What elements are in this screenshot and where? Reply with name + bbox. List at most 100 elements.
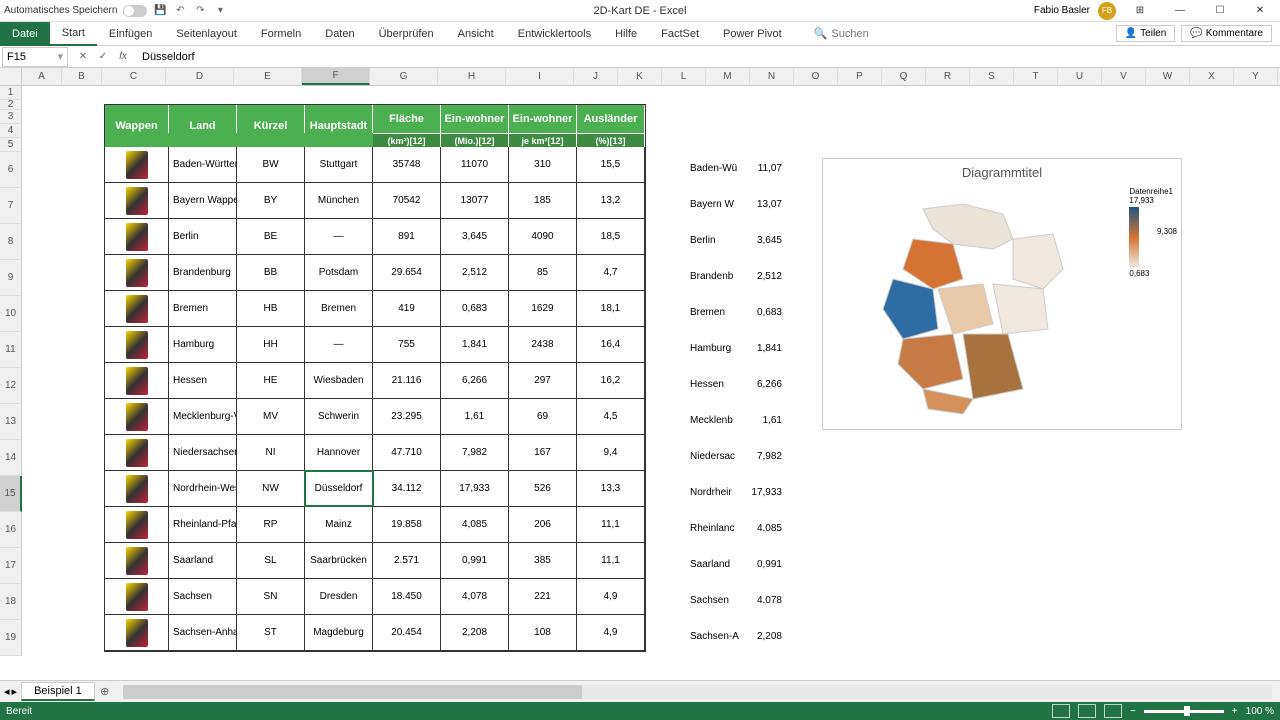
cell-einwohner-km[interactable]: 221 xyxy=(509,579,577,614)
save-icon[interactable]: 💾 xyxy=(153,4,167,18)
select-all-corner[interactable] xyxy=(0,68,22,85)
cell-auslaender[interactable]: 16,4 xyxy=(577,327,645,362)
cell-einwohner[interactable]: 0,683 xyxy=(441,291,509,326)
cell-land[interactable]: Hamburg xyxy=(169,327,237,362)
sheet-nav-first-icon[interactable]: ◂ xyxy=(4,685,10,698)
cell-flaeche[interactable]: 34.112 xyxy=(373,471,441,506)
cell-wappen[interactable] xyxy=(105,579,169,614)
tab-factset[interactable]: FactSet xyxy=(649,22,711,46)
close-button[interactable]: ✕ xyxy=(1244,1,1276,21)
cell-kuerzel[interactable]: HH xyxy=(237,327,305,362)
row-header[interactable]: 5 xyxy=(0,138,22,152)
cancel-formula-icon[interactable]: ✕ xyxy=(74,48,92,66)
tab-powerpivot[interactable]: Power Pivot xyxy=(711,22,794,46)
col-header-C[interactable]: C xyxy=(102,68,166,85)
tab-insert[interactable]: Einfügen xyxy=(97,22,164,46)
cell-hauptstadt[interactable]: Wiesbaden xyxy=(305,363,373,398)
sheet-nav-last-icon[interactable]: ▸ xyxy=(12,685,18,698)
cell-einwohner[interactable]: 1,61 xyxy=(441,399,509,434)
cell-auslaender[interactable]: 4,9 xyxy=(577,615,645,650)
col-header-S[interactable]: S xyxy=(970,68,1014,85)
cell-auslaender[interactable]: 4,5 xyxy=(577,399,645,434)
cell-land[interactable]: Niedersachsen xyxy=(169,435,237,470)
cell-wappen[interactable] xyxy=(105,183,169,218)
cell-flaeche[interactable]: 755 xyxy=(373,327,441,362)
cell-einwohner-km[interactable]: 385 xyxy=(509,543,577,578)
cell-hauptstadt[interactable]: — xyxy=(305,327,373,362)
side-row[interactable]: Nordrheir17,933 xyxy=(690,474,782,510)
redo-icon[interactable]: ↷ xyxy=(193,4,207,18)
cell-kuerzel[interactable]: BW xyxy=(237,147,305,182)
cell-einwohner[interactable]: 13077 xyxy=(441,183,509,218)
horizontal-scrollbar[interactable] xyxy=(123,685,1272,699)
cell-einwohner[interactable]: 1,841 xyxy=(441,327,509,362)
side-row[interactable]: Bremen0,683 xyxy=(690,294,782,330)
cell-land[interactable]: Bremen xyxy=(169,291,237,326)
cell-flaeche[interactable]: 891 xyxy=(373,219,441,254)
zoom-out-icon[interactable]: − xyxy=(1130,706,1136,717)
cell-land[interactable]: Hessen xyxy=(169,363,237,398)
cell-einwohner[interactable]: 3,645 xyxy=(441,219,509,254)
row-header[interactable]: 1 xyxy=(0,86,22,100)
col-header-Q[interactable]: Q xyxy=(882,68,926,85)
cell-kuerzel[interactable]: ST xyxy=(237,615,305,650)
tab-review[interactable]: Überprüfen xyxy=(367,22,446,46)
cell-land[interactable]: Rheinland-Pfalz xyxy=(169,507,237,542)
autosave-toggle[interactable] xyxy=(123,5,147,17)
col-header-D[interactable]: D xyxy=(166,68,234,85)
cell-kuerzel[interactable]: NW xyxy=(237,471,305,506)
cell-wappen[interactable] xyxy=(105,471,169,506)
row-header[interactable]: 13 xyxy=(0,404,22,440)
col-header-E[interactable]: E xyxy=(234,68,302,85)
cell-wappen[interactable] xyxy=(105,255,169,290)
view-pagebreak-icon[interactable] xyxy=(1104,704,1122,718)
formula-input[interactable]: Düsseldorf xyxy=(138,51,1280,63)
cell-wappen[interactable] xyxy=(105,435,169,470)
cell-einwohner-km[interactable]: 185 xyxy=(509,183,577,218)
cell-einwohner[interactable]: 0,991 xyxy=(441,543,509,578)
cell-einwohner-km[interactable]: 4090 xyxy=(509,219,577,254)
search-box[interactable]: 🔍 Suchen xyxy=(814,27,869,40)
tab-view[interactable]: Ansicht xyxy=(446,22,506,46)
col-header-L[interactable]: L xyxy=(662,68,706,85)
cell-kuerzel[interactable]: HB xyxy=(237,291,305,326)
qat-dropdown-icon[interactable]: ▾ xyxy=(213,4,227,18)
cell-auslaender[interactable]: 13,2 xyxy=(577,183,645,218)
row-header[interactable]: 8 xyxy=(0,224,22,260)
col-header-J[interactable]: J xyxy=(574,68,618,85)
col-header-A[interactable]: A xyxy=(22,68,62,85)
cell-wappen[interactable] xyxy=(105,291,169,326)
cell-einwohner[interactable]: 4,078 xyxy=(441,579,509,614)
side-row[interactable]: Sachsen-A2,208 xyxy=(690,618,782,654)
maximize-button[interactable]: ☐ xyxy=(1204,1,1236,21)
cell-kuerzel[interactable]: SN xyxy=(237,579,305,614)
cell-flaeche[interactable]: 18.450 xyxy=(373,579,441,614)
cell-land[interactable]: Brandenburg xyxy=(169,255,237,290)
side-row[interactable]: Berlin3,645 xyxy=(690,222,782,258)
add-sheet-button[interactable]: ⊕ xyxy=(95,685,115,698)
cell-hauptstadt[interactable]: — xyxy=(305,219,373,254)
cell-wappen[interactable] xyxy=(105,615,169,650)
side-row[interactable]: Mecklenb1,61 xyxy=(690,402,782,438)
col-header-I[interactable]: I xyxy=(506,68,574,85)
cell-auslaender[interactable]: 13,3 xyxy=(577,471,645,506)
zoom-level[interactable]: 100 % xyxy=(1246,706,1274,717)
row-header[interactable]: 19 xyxy=(0,620,22,656)
cell-einwohner-km[interactable]: 297 xyxy=(509,363,577,398)
col-header-U[interactable]: U xyxy=(1058,68,1102,85)
side-row[interactable]: Hamburg1,841 xyxy=(690,330,782,366)
cell-hauptstadt[interactable]: München xyxy=(305,183,373,218)
cell-kuerzel[interactable]: BE xyxy=(237,219,305,254)
cell-einwohner-km[interactable]: 108 xyxy=(509,615,577,650)
col-header-N[interactable]: N xyxy=(750,68,794,85)
cell-kuerzel[interactable]: BY xyxy=(237,183,305,218)
side-row[interactable]: Baden-Wü11,07 xyxy=(690,150,782,186)
row-header[interactable]: 18 xyxy=(0,584,22,620)
cell-flaeche[interactable]: 19.858 xyxy=(373,507,441,542)
ribbon-mode-icon[interactable]: ⊞ xyxy=(1124,1,1156,21)
cell-auslaender[interactable]: 11,1 xyxy=(577,507,645,542)
row-header[interactable]: 6 xyxy=(0,152,22,188)
cell-einwohner-km[interactable]: 526 xyxy=(509,471,577,506)
cell-land[interactable]: Nordrhein-West xyxy=(169,471,237,506)
col-header-F[interactable]: F xyxy=(302,68,370,85)
